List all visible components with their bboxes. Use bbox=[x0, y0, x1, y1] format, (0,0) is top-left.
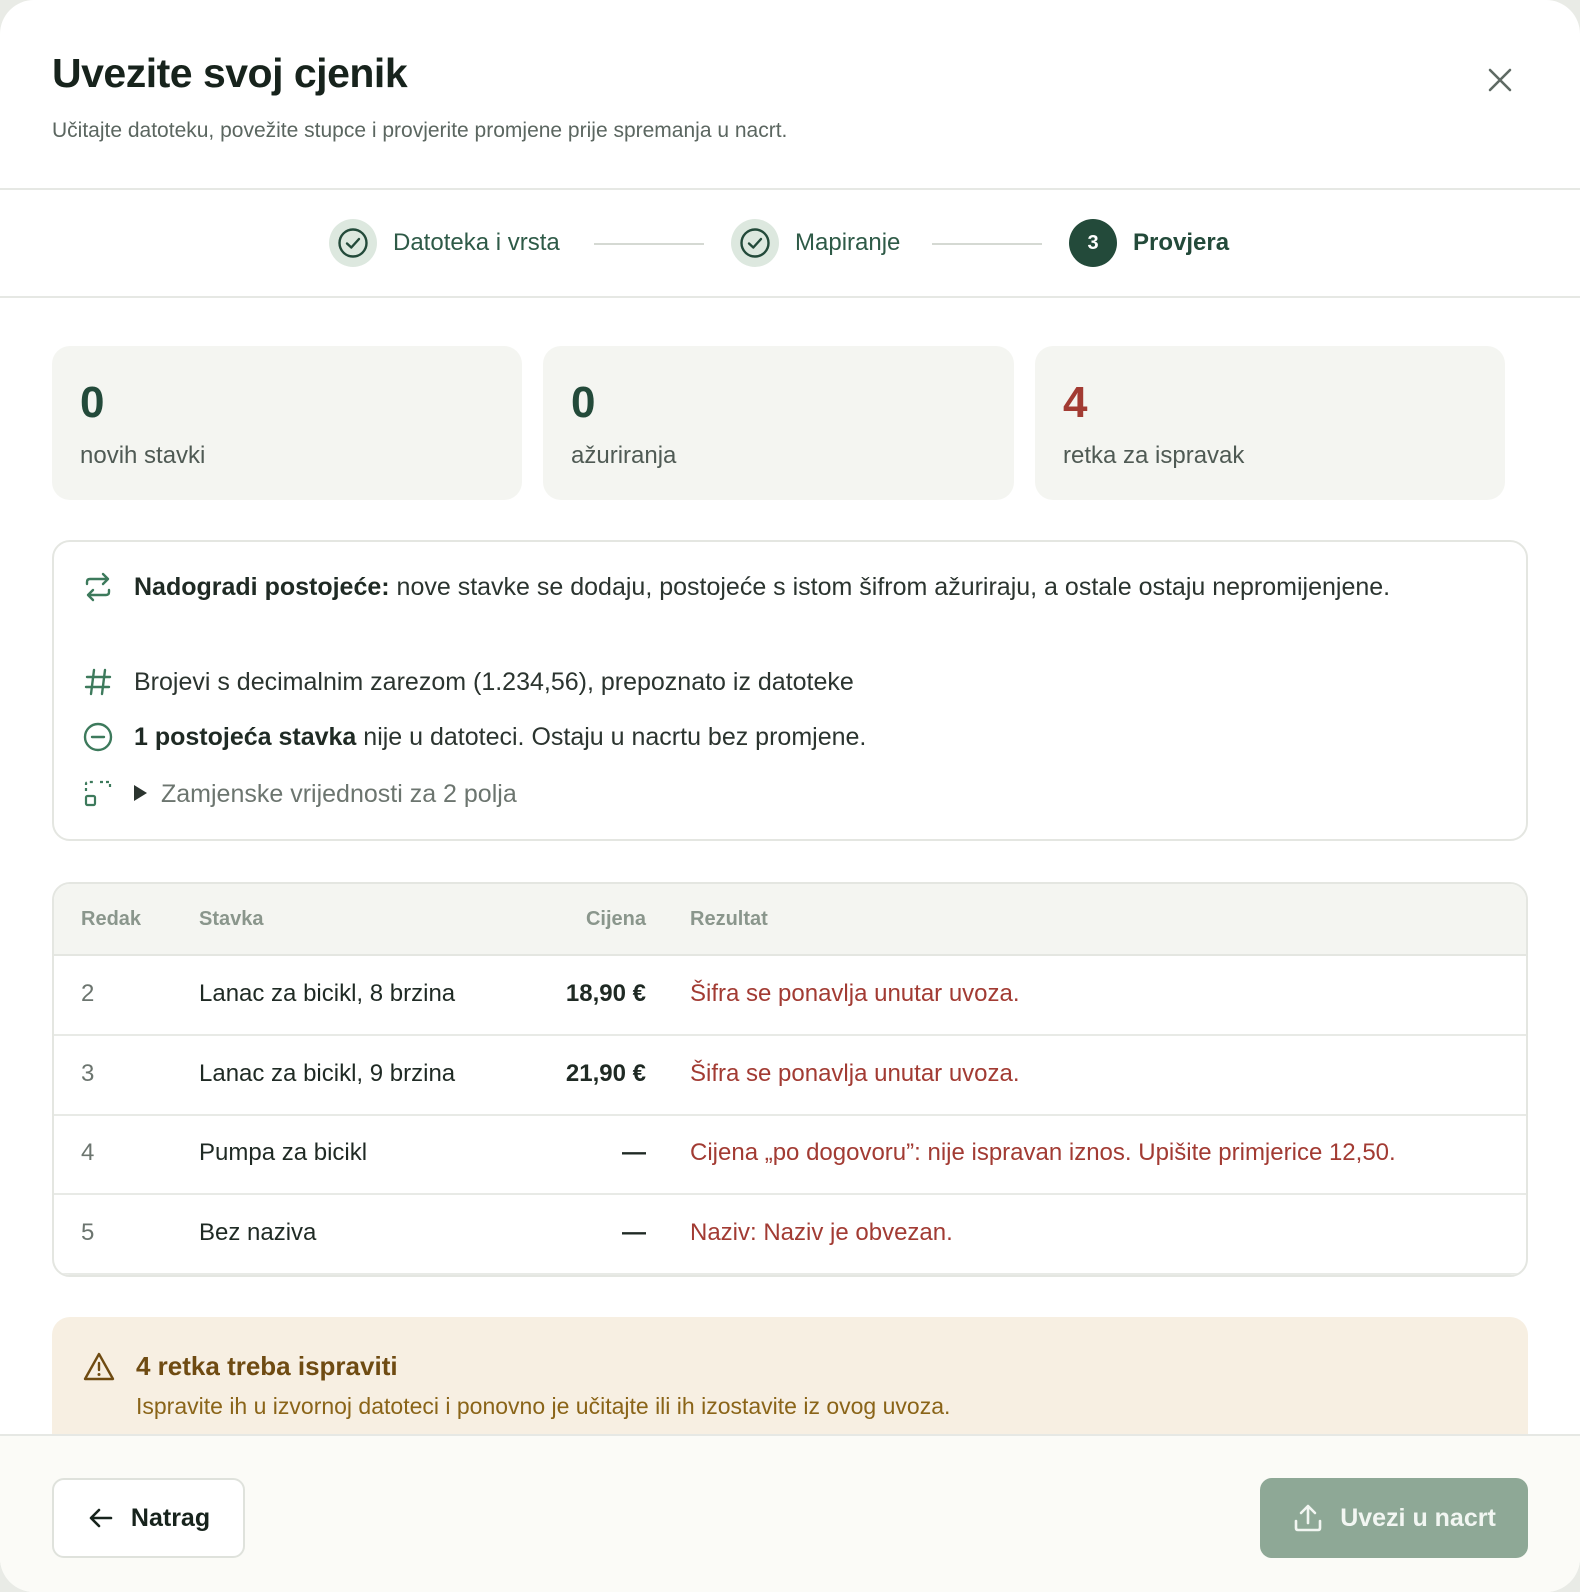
import-to-draft-button[interactable]: Uvezi u nacrt bbox=[1260, 1478, 1528, 1558]
table-header: Redak Stavka Cijena Rezultat bbox=[54, 884, 1526, 956]
cell-row: 3 bbox=[81, 1060, 95, 1087]
sync-icon bbox=[85, 572, 111, 602]
step-label: Provjera bbox=[1133, 229, 1230, 256]
step-review: 3 Provjera bbox=[1069, 218, 1229, 268]
replace-icon bbox=[84, 780, 112, 807]
fallback-values-toggle[interactable]: Zamjenske vrijednosti za 2 polja bbox=[134, 774, 1486, 814]
close-icon bbox=[1488, 68, 1512, 92]
import-button-label: Uvezi u nacrt bbox=[1340, 1503, 1496, 1532]
warning-icon bbox=[83, 1352, 115, 1381]
step-number-badge: 3 bbox=[1069, 219, 1117, 267]
dialog-header: Uvezite svoj cjenik Učitajte datoteku, p… bbox=[0, 0, 1580, 190]
cell-item: Pumpa za bicikl bbox=[199, 1139, 368, 1166]
missing-items-count: 1 postojeća stavka bbox=[134, 723, 357, 751]
cell-result: Naziv: Naziv je obvezan. bbox=[690, 1219, 953, 1246]
step-label: Datoteka i vrsta bbox=[393, 229, 560, 256]
cell-item: Bez naziva bbox=[199, 1219, 317, 1246]
table-row: 3 Lanac za bicikl, 9 brzina 21,90 € Šifr… bbox=[54, 1036, 1526, 1116]
missing-items-description: nije u datoteci. Ostaju u nacrtu bez pro… bbox=[356, 723, 867, 751]
stat-card-new: 0 novih stavki bbox=[52, 346, 522, 500]
step-done-badge bbox=[731, 219, 779, 267]
stat-label: novih stavki bbox=[80, 442, 206, 469]
warning-text: Ispravite ih u izvornoj datoteci i ponov… bbox=[136, 1393, 951, 1419]
cell-item: Lanac za bicikl, 9 brzina bbox=[199, 1060, 456, 1087]
warning-title: 4 retka treba ispraviti bbox=[136, 1351, 398, 1381]
minus-circle-icon bbox=[83, 722, 113, 752]
hash-icon bbox=[84, 668, 112, 696]
check-icon bbox=[740, 228, 770, 258]
cell-price: — bbox=[622, 1219, 646, 1246]
table-row: 4 Pumpa za bicikl — Cijena „po dogovoru”… bbox=[54, 1115, 1526, 1195]
stepper: Datoteka i vrsta Mapiranje 3 Provjera bbox=[0, 190, 1580, 298]
fallback-values-label: Zamjenske vrijednosti za 2 polja bbox=[161, 780, 517, 808]
step-connector bbox=[932, 243, 1042, 245]
cell-result: Šifra se ponavlja unutar uvoza. bbox=[690, 980, 1020, 1007]
step-done-badge bbox=[329, 219, 377, 267]
arrow-left-icon bbox=[89, 1508, 113, 1528]
stat-value: 0 bbox=[80, 378, 105, 427]
upload-icon bbox=[1294, 1504, 1322, 1532]
update-mode-description: nove stavke se dodaju, postojeće s istom… bbox=[389, 573, 1391, 601]
cell-item: Lanac za bicikl, 8 brzina bbox=[199, 980, 456, 1007]
cell-price: 18,90 € bbox=[565, 980, 646, 1007]
table-row: 5 Bez naziva — Naziv: Naziv je obvezan. bbox=[54, 1195, 1526, 1275]
column-header-result: Rezultat bbox=[690, 908, 768, 930]
back-button-label: Natrag bbox=[130, 1503, 211, 1532]
dialog-subtitle: Učitajte datoteku, povežite stupce i pro… bbox=[52, 119, 788, 142]
stat-value: 4 bbox=[1063, 378, 1088, 427]
close-button[interactable] bbox=[1480, 60, 1520, 100]
cell-row: 4 bbox=[81, 1139, 95, 1166]
stat-card-updates: 0 ažuriranja bbox=[543, 346, 1014, 500]
triangle-right-icon bbox=[134, 785, 147, 802]
cell-price: — bbox=[622, 1139, 646, 1166]
column-header-item: Stavka bbox=[199, 908, 264, 930]
update-mode-text: Nadogradi postojeće: nove stavke se doda… bbox=[134, 567, 1486, 607]
validation-table: Redak Stavka Cijena Rezultat 2 Lanac za … bbox=[52, 882, 1528, 1277]
step-label: Mapiranje bbox=[795, 229, 901, 256]
step-connector bbox=[594, 243, 704, 245]
number-format-text: Brojevi s decimalnim zarezom (1.234,56),… bbox=[134, 668, 854, 696]
column-header-row: Redak bbox=[81, 908, 142, 930]
table-row: 2 Lanac za bicikl, 8 brzina 18,90 € Šifr… bbox=[54, 956, 1526, 1036]
cell-result: Šifra se ponavlja unutar uvoza. bbox=[690, 1060, 1020, 1087]
cell-row: 2 bbox=[81, 980, 95, 1007]
dialog-title: Uvezite svoj cjenik bbox=[52, 50, 408, 96]
step-mapping: Mapiranje bbox=[731, 218, 900, 268]
column-header-price: Cijena bbox=[585, 908, 646, 930]
stat-card-fix: 4 retka za ispravak bbox=[1035, 346, 1505, 500]
stat-label: ažuriranja bbox=[571, 442, 677, 469]
import-pricelist-dialog: Uvezite svoj cjenik Učitajte datoteku, p… bbox=[0, 0, 1580, 1592]
cell-price: 21,90 € bbox=[565, 1060, 646, 1087]
cell-result: Cijena „po dogovoru”: nije ispravan izno… bbox=[690, 1139, 1396, 1166]
back-button[interactable]: Natrag bbox=[52, 1478, 245, 1558]
stat-label: retka za ispravak bbox=[1063, 442, 1245, 469]
cell-row: 5 bbox=[81, 1219, 95, 1246]
step-file-type: Datoteka i vrsta bbox=[329, 218, 560, 268]
missing-items-text: 1 postojeća stavka nije u datoteci. Osta… bbox=[134, 717, 1486, 757]
stat-value: 0 bbox=[571, 378, 596, 427]
check-icon bbox=[338, 228, 368, 258]
dialog-footer: Natrag Uvezi u nacrt bbox=[0, 1434, 1580, 1592]
update-mode-title: Nadogradi postojeće: bbox=[134, 573, 390, 601]
import-summary: Nadogradi postojeće: nove stavke se doda… bbox=[52, 540, 1528, 841]
